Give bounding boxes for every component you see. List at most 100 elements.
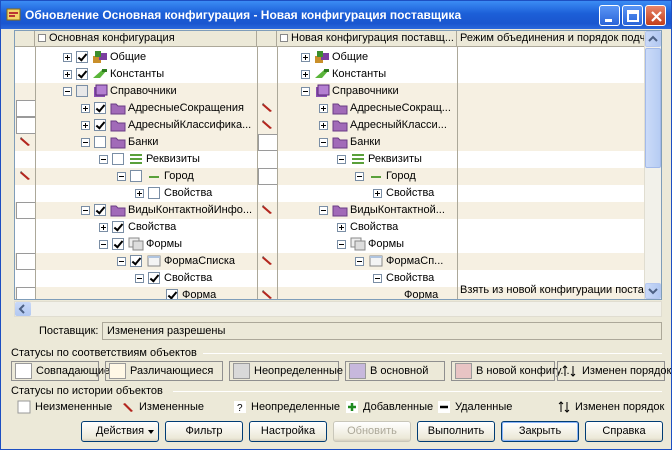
collapse-icon[interactable] [99, 240, 108, 249]
collapse-icon[interactable] [117, 172, 126, 181]
supplier-config-column-header[interactable]: Новая конфигурация поставщ... [277, 31, 457, 47]
settings-button[interactable]: Настройка [249, 421, 327, 442]
execute-button[interactable]: Выполнить [417, 421, 495, 442]
scrollbar-thumb[interactable] [645, 48, 661, 168]
merge-checkbox[interactable] [76, 51, 88, 63]
main-config-column-header[interactable]: Основная конфигурация [35, 31, 257, 47]
collapse-icon[interactable] [373, 274, 382, 283]
changed-pencil-icon [121, 400, 135, 417]
merge-checkbox[interactable] [94, 119, 106, 131]
folder-icon [332, 101, 348, 115]
scroll-up-button[interactable] [645, 31, 661, 47]
collapse-icon[interactable] [319, 206, 328, 215]
collapse-icon[interactable] [99, 155, 108, 164]
expand-icon[interactable] [63, 53, 72, 62]
tree-row[interactable]: Реквизиты Реквизиты [15, 151, 645, 168]
merge-checkbox[interactable] [112, 221, 124, 233]
merge-checkbox[interactable] [148, 187, 160, 199]
tree-row[interactable]: Свойства Свойства [15, 185, 645, 202]
form-icon [146, 254, 162, 268]
close-button[interactable]: Закрыть [501, 421, 579, 442]
expand-icon[interactable] [319, 121, 328, 130]
changed-pencil-icon [18, 136, 32, 151]
status-match-title: Статусы по соответствиям объектов [11, 347, 197, 359]
tree-row[interactable]: Формы Формы [15, 236, 645, 253]
horizontal-scrollbar[interactable] [14, 301, 662, 317]
collapse-icon[interactable] [337, 240, 346, 249]
comparison-tree-grid[interactable]: Основная конфигурация Новая конфигурация… [14, 30, 662, 300]
merge-checkbox[interactable] [166, 289, 178, 299]
collapse-icon[interactable] [337, 155, 346, 164]
expand-icon[interactable] [99, 223, 108, 232]
dropdown-arrow-icon [148, 430, 154, 434]
expand-icon[interactable] [63, 70, 72, 79]
tree-row[interactable]: АдресныеСокращения АдресныеСокращ... [15, 100, 645, 117]
supplier-object-label: Формы [368, 238, 405, 250]
merge-checkbox[interactable] [130, 170, 142, 182]
status-column-header[interactable] [15, 31, 35, 47]
status-indicator [16, 202, 36, 219]
status-column-header-2[interactable] [257, 31, 277, 47]
merge-checkbox[interactable] [76, 68, 88, 80]
expand-icon[interactable] [319, 104, 328, 113]
collapse-icon[interactable] [319, 138, 328, 147]
tree-row[interactable]: Константы Константы [15, 66, 645, 83]
tree-row[interactable]: Свойства Свойства [15, 219, 645, 236]
constant-icon [314, 67, 330, 81]
filter-button[interactable]: Фильтр [165, 421, 243, 442]
close-window-button[interactable] [645, 5, 666, 26]
supplier-field[interactable]: Изменения разрешены [102, 322, 662, 340]
collapse-icon[interactable] [63, 87, 72, 96]
collapse-icon[interactable] [81, 138, 90, 147]
match-status-legend-item: Изменен порядок [557, 361, 671, 381]
minimize-button[interactable] [599, 5, 620, 26]
expand-icon[interactable] [337, 223, 346, 232]
expand-icon[interactable] [301, 53, 310, 62]
vertical-scrollbar[interactable] [644, 31, 661, 299]
collapse-icon[interactable] [117, 257, 126, 266]
actions-button[interactable]: Действия [81, 421, 159, 442]
scroll-left-button[interactable] [15, 302, 31, 316]
tree-row[interactable]: Банки Банки [15, 134, 645, 151]
expand-icon[interactable] [81, 104, 90, 113]
expand-icon[interactable] [373, 189, 382, 198]
changed-pencil-icon [260, 255, 274, 270]
expand-icon[interactable] [135, 189, 144, 198]
scroll-down-button[interactable] [645, 283, 661, 299]
maximize-button[interactable] [622, 5, 643, 26]
merge-checkbox[interactable] [94, 136, 106, 148]
merge-checkbox[interactable] [94, 204, 106, 216]
expand-icon[interactable] [81, 121, 90, 130]
merge-checkbox[interactable] [76, 85, 88, 97]
refresh-button[interactable]: Обновить [333, 421, 411, 442]
main-object-label: ФормаСписка [164, 255, 235, 267]
collapse-icon[interactable] [355, 172, 364, 181]
tree-row[interactable]: ВидыКонтактнойИнфо... ВидыКонтактной... [15, 202, 645, 219]
tree-row[interactable]: Общие Общие [15, 49, 645, 66]
changed-pencil-icon [260, 204, 274, 219]
merge-mode-column-header[interactable]: Режим объединения и порядок подчи [457, 31, 647, 47]
merge-checkbox[interactable] [112, 238, 124, 250]
merge-checkbox[interactable] [130, 255, 142, 267]
legend-label: В основной [370, 365, 429, 377]
collapse-icon[interactable] [135, 274, 144, 283]
undefined-icon: ? [233, 400, 247, 417]
folder-icon [110, 118, 126, 132]
collapse-icon[interactable] [81, 206, 90, 215]
tree-row[interactable]: Справочники Справочники [15, 83, 645, 100]
expand-icon[interactable] [301, 70, 310, 79]
merge-checkbox[interactable] [94, 102, 106, 114]
tree-row[interactable]: Город Город [15, 168, 645, 185]
main-object-label: АдресныйКлассифика... [128, 119, 252, 131]
tree-row[interactable]: ФормаСписка ФормаСп... [15, 253, 645, 270]
title-bar[interactable]: Обновление Основная конфигурация - Новая… [1, 1, 671, 29]
collapse-icon[interactable] [301, 87, 310, 96]
status-color-swatch [349, 363, 366, 379]
merge-checkbox[interactable] [112, 153, 124, 165]
help-button[interactable]: Справка [585, 421, 663, 442]
tree-row[interactable]: АдресныйКлассифика... АдресныйКласси... [15, 117, 645, 134]
merge-checkbox[interactable] [148, 272, 160, 284]
merge-mode-value[interactable]: Взять из новой конфигурации постав [460, 284, 650, 297]
status-history-title: Статусы по истории объектов [11, 385, 163, 397]
collapse-icon[interactable] [355, 257, 364, 266]
